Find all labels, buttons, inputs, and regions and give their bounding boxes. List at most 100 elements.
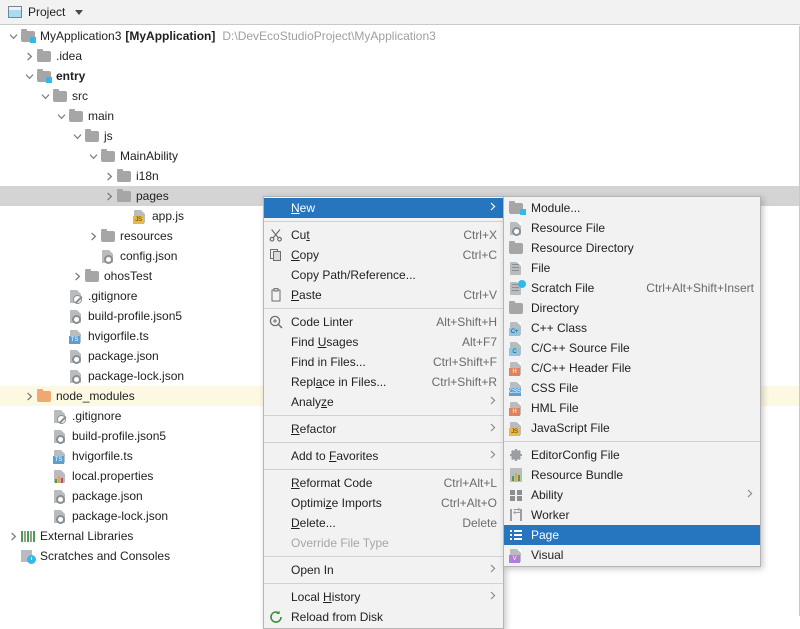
node-modules-folder-icon <box>36 388 52 404</box>
external-libraries-icon <box>20 528 36 544</box>
menu-item-directory[interactable]: Directory <box>504 298 760 318</box>
menu-item-resource-directory[interactable]: Resource Directory <box>504 238 760 258</box>
menu-item-find-in-files[interactable]: Find in Files... Ctrl+Shift+F <box>264 352 503 372</box>
new-submenu[interactable]: Module... Resource File Resource Directory… <box>503 196 761 567</box>
tree-row[interactable]: i18n <box>0 166 799 186</box>
menu-item-replace-in-files[interactable]: Replace in Files... Ctrl+Shift+R <box>264 372 503 392</box>
chevron-down-icon[interactable] <box>75 9 84 15</box>
blank-icon <box>268 334 286 350</box>
menu-item-analyze[interactable]: Analyze <box>264 392 503 412</box>
tree-row[interactable]: src <box>0 86 799 106</box>
menu-item-hml-file[interactable]: H HML File <box>504 398 760 418</box>
menu-item-label: Module... <box>531 201 581 215</box>
menu-item-module[interactable]: Module... <box>504 198 760 218</box>
chevron-right-icon[interactable] <box>102 192 116 201</box>
menu-item-javascript-file[interactable]: JS JavaScript File <box>504 418 760 438</box>
chevron-down-icon[interactable] <box>22 72 36 81</box>
menu-item-label: Optimize Imports <box>291 496 382 510</box>
menu-item-shortcut: Ctrl+Alt+Shift+Insert <box>646 281 754 295</box>
chevron-right-icon[interactable] <box>6 532 20 541</box>
menu-item-ability[interactable]: Ability <box>504 485 760 505</box>
menu-item-scratch-file[interactable]: Scratch File Ctrl+Alt+Shift+Insert <box>504 278 760 298</box>
menu-item-label: Add to Favorites <box>291 449 379 463</box>
menu-item-label: Worker <box>531 508 570 522</box>
chevron-right-icon[interactable] <box>22 52 36 61</box>
json-file-icon <box>52 488 68 504</box>
menu-item-delete[interactable]: Delete... Delete <box>264 513 503 533</box>
menu-item-new[interactable]: New <box>264 198 503 218</box>
chevron-right-icon[interactable] <box>22 392 36 401</box>
menu-item-file[interactable]: File <box>504 258 760 278</box>
chevron-down-icon[interactable] <box>6 32 20 41</box>
menu-item-shortcut: Ctrl+C <box>462 248 497 262</box>
menu-item-find-usages[interactable]: Find Usages Alt+F7 <box>264 332 503 352</box>
chevron-right-icon <box>489 423 497 435</box>
menu-item-resource-bundle[interactable]: Resource Bundle <box>504 465 760 485</box>
menu-item-local-history[interactable]: Local History <box>264 587 503 607</box>
menu-item-c-c-source-file[interactable]: C C/C++ Source File <box>504 338 760 358</box>
tree-item-label: build-profile.json5 <box>88 309 183 323</box>
menu-item-worker[interactable]: Worker <box>504 505 760 525</box>
gitignore-file-icon <box>52 408 68 424</box>
tree-row[interactable]: MyApplication3 [MyApplication] D:\DevEcoSt… <box>0 26 799 46</box>
tree-row[interactable]: .idea <box>0 46 799 66</box>
tree-row[interactable]: js <box>0 126 799 146</box>
blank-icon <box>268 374 286 390</box>
tree-item-label: i18n <box>136 169 159 183</box>
ts-file-icon: TS <box>52 448 68 464</box>
properties-file-icon <box>52 468 68 484</box>
scratch-file-icon <box>508 280 526 296</box>
chevron-right-icon[interactable] <box>102 172 116 181</box>
json-file-icon <box>68 348 84 364</box>
worker-icon <box>508 506 526 523</box>
menu-item-copy-path-reference[interactable]: Copy Path/Reference... <box>264 265 503 285</box>
menu-item-label: Copy Path/Reference... <box>291 268 416 282</box>
menu-item-reload-from-disk[interactable]: Reload from Disk <box>264 607 503 627</box>
menu-item-refactor[interactable]: Refactor <box>264 419 503 439</box>
chevron-down-icon[interactable] <box>86 152 100 161</box>
context-menu[interactable]: New Cut Ctrl+X Copy Ctrl+C Copy Path/Referenc… <box>263 196 504 629</box>
menu-item-cut[interactable]: Cut Ctrl+X <box>264 225 503 245</box>
folder-icon <box>100 228 116 244</box>
chevron-down-icon[interactable] <box>38 92 52 101</box>
menu-item-reformat-code[interactable]: Reformat Code Ctrl+Alt+L <box>264 473 503 493</box>
menu-separator <box>504 441 760 442</box>
menu-item-visual[interactable]: V Visual <box>504 545 760 565</box>
menu-item-c-c-header-file[interactable]: H C/C++ Header File <box>504 358 760 378</box>
chevron-right-icon[interactable] <box>70 272 84 281</box>
json-file-icon <box>52 508 68 524</box>
menu-item-code-linter[interactable]: Code Linter Alt+Shift+H <box>264 312 503 332</box>
blank-icon <box>268 421 286 437</box>
menu-item-editorconfig-file[interactable]: EditorConfig File <box>504 445 760 465</box>
menu-item-optimize-imports[interactable]: Optimize Imports Ctrl+Alt+O <box>264 493 503 513</box>
menu-item-c-class[interactable]: C+ C++ Class <box>504 318 760 338</box>
menu-separator <box>264 415 503 416</box>
tree-row[interactable]: main <box>0 106 799 126</box>
chevron-right-icon[interactable] <box>86 232 100 241</box>
menu-item-resource-file[interactable]: Resource File <box>504 218 760 238</box>
menu-item-css-file[interactable]: CSS CSS File <box>504 378 760 398</box>
chevron-down-icon[interactable] <box>54 112 68 121</box>
menu-item-label: C/C++ Source File <box>531 341 630 355</box>
tree-item-label: .gitignore <box>88 289 138 303</box>
menu-item-copy[interactable]: Copy Ctrl+C <box>264 245 503 265</box>
menu-item-open-in[interactable]: Open In <box>264 560 503 580</box>
module-name-bracket: [MyApplication] <box>125 29 216 43</box>
tree-row[interactable]: MainAbility <box>0 146 799 166</box>
toolwindow-title: Project <box>28 5 66 19</box>
menu-item-page[interactable]: Page <box>504 525 760 545</box>
scratches-icon <box>20 548 36 564</box>
tree-item-label: entry <box>56 69 86 83</box>
page-icon <box>508 527 526 543</box>
menu-item-label: Delete... <box>291 516 336 530</box>
menu-item-paste[interactable]: Paste Ctrl+V <box>264 285 503 305</box>
chevron-down-icon[interactable] <box>70 132 84 141</box>
tree-row[interactable]: entry <box>0 66 799 86</box>
blank-icon <box>268 495 286 511</box>
chevron-right-icon <box>489 202 497 214</box>
blank-icon <box>268 535 286 551</box>
menu-item-shortcut: Ctrl+Alt+O <box>440 496 497 510</box>
blank-icon <box>268 267 286 283</box>
menu-item-label: Ability <box>531 488 564 502</box>
menu-item-add-to-favorites[interactable]: Add to Favorites <box>264 446 503 466</box>
